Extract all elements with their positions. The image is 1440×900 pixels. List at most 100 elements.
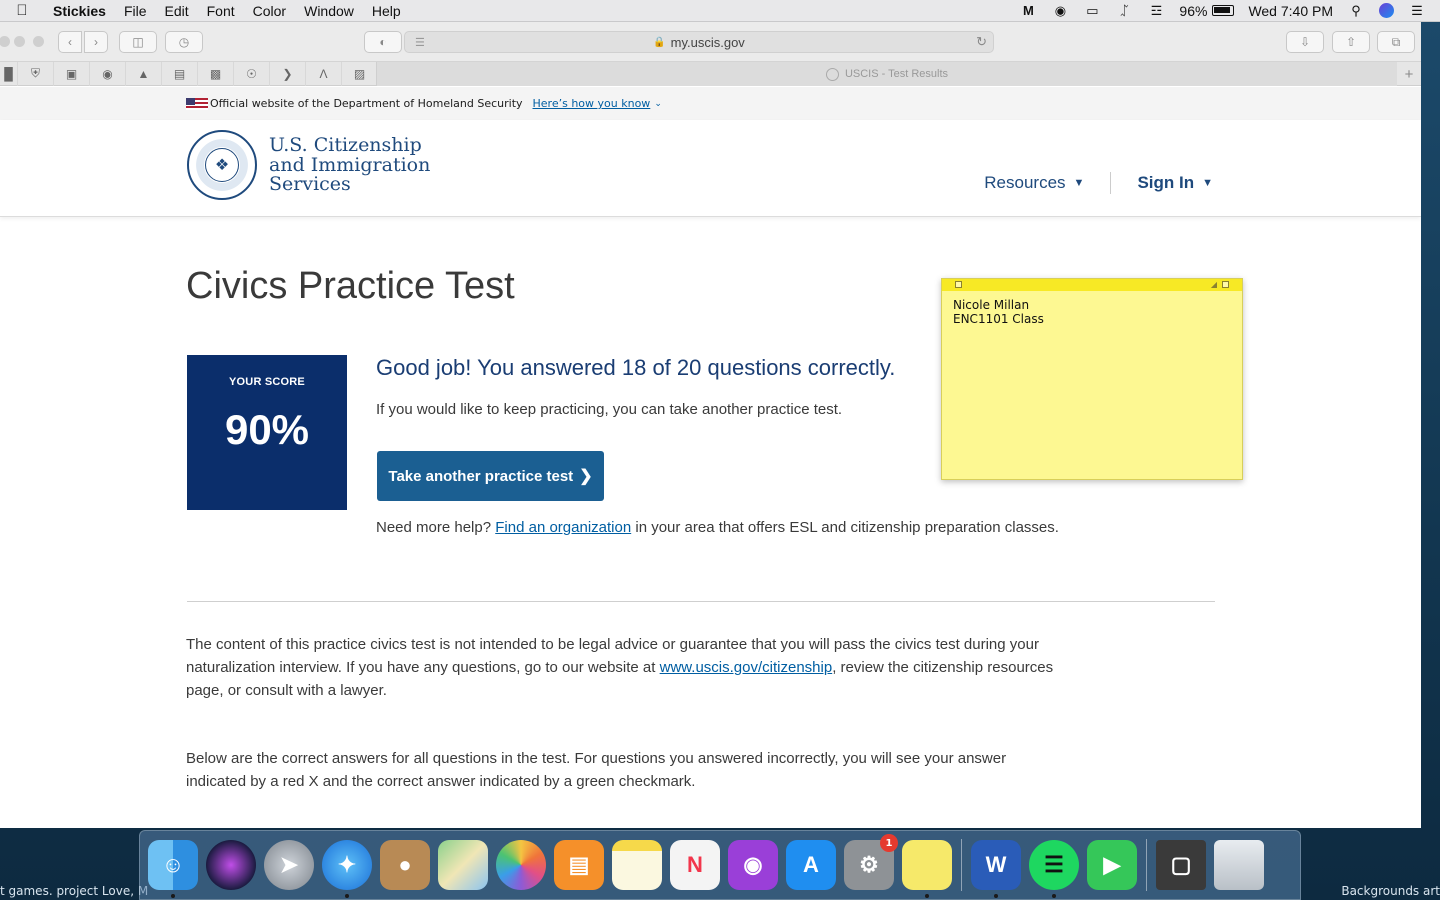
notes-icon[interactable] <box>612 840 662 890</box>
bookmark-3[interactable]: ▣ <box>54 61 90 86</box>
desktop-file-label-left[interactable]: t games. project Love, M <box>0 884 148 898</box>
citizenship-link[interactable]: www.uscis.gov/citizenship <box>660 659 833 676</box>
letter-favicon-icon: Λ <box>319 66 328 81</box>
bookmark-9[interactable]: ❯ <box>270 61 306 86</box>
nav-sign-in[interactable]: Sign In ▼ <box>1137 173 1213 193</box>
bookmark-7[interactable]: ▩ <box>198 61 234 86</box>
uscis-favicon-icon <box>825 67 839 81</box>
forward-button[interactable]: › <box>84 31 108 53</box>
bookmark-11[interactable]: ▨ <box>342 61 378 86</box>
back-button[interactable]: ‹ <box>58 31 82 53</box>
find-organization-link[interactable]: Find an organization <box>495 519 631 536</box>
nav-resources[interactable]: Resources ▼ <box>984 173 1084 193</box>
books-icon[interactable]: ▤ <box>554 840 604 890</box>
sticky-collapse-icon[interactable]: ◢ <box>1211 280 1217 289</box>
spotlight-search-icon[interactable]: ⚲ <box>1347 3 1365 19</box>
stickies-icon[interactable] <box>902 840 952 898</box>
chevron-down-icon[interactable]: ⌄ <box>654 99 662 109</box>
tab-title: USCIS - Test Results <box>844 68 949 80</box>
org-name-line3: Services <box>269 173 351 195</box>
bluetooth-icon[interactable]: ᛢ <box>1115 3 1133 19</box>
download-icon: ⇩ <box>1299 35 1311 49</box>
reload-icon[interactable]: ↻ <box>976 34 987 50</box>
bookmark-1[interactable]: █ <box>0 61 18 86</box>
facetime-icon[interactable]: ▶ <box>1087 840 1137 890</box>
caret-down-icon: ▼ <box>1202 177 1213 189</box>
tabs-overview-button[interactable]: ⧉ <box>1377 31 1415 53</box>
take-another-test-button[interactable]: Take another practice test ❯ <box>377 451 604 501</box>
clock[interactable]: Wed 7:40 PM <box>1248 3 1333 19</box>
reader-view-icon[interactable]: ☰ <box>415 36 425 49</box>
nav-resources-label: Resources <box>984 173 1066 192</box>
result-subtext: If you would like to keep practicing, yo… <box>376 401 843 418</box>
share-button[interactable]: ⇧ <box>1332 31 1370 53</box>
lock-icon: 🔒 <box>653 36 666 48</box>
new-tab-button[interactable]: + <box>1397 62 1421 86</box>
active-tab[interactable]: USCIS - Test Results <box>376 62 1397 86</box>
status-app-icon[interactable]: ◉ <box>1051 3 1069 19</box>
window-zoom-button[interactable] <box>33 36 44 47</box>
battery-percent: 96% <box>1179 2 1208 19</box>
menu-file[interactable]: File <box>115 3 156 19</box>
privacy-report-button[interactable]: ◐ <box>364 31 402 53</box>
sidebar-button[interactable]: ◫ <box>119 31 157 53</box>
battery-icon <box>1212 5 1235 16</box>
clock-icon: ◷ <box>178 35 190 49</box>
dock: ☺ ➤ ✦ ● ▤ N ◉ A ⚙ 1 W ☰ ▶ ▢ <box>139 830 1301 900</box>
apple-menu-icon[interactable]:  <box>0 2 44 19</box>
menu-app-name[interactable]: Stickies <box>44 3 115 19</box>
microsoft-word-icon[interactable]: W <box>971 840 1021 898</box>
launchpad-icon[interactable]: ➤ <box>264 840 314 890</box>
sticky-line-2: ENC1101 Class <box>953 312 1044 326</box>
bookmark-5[interactable]: ▲ <box>126 61 162 86</box>
sticky-text-area[interactable]: Nicole Millan ENC1101 Class <box>942 291 1242 333</box>
notification-center-icon[interactable]: ☰ <box>1408 3 1426 19</box>
contacts-icon[interactable]: ● <box>380 840 430 890</box>
photos-icon[interactable] <box>496 840 546 890</box>
bookmark-2[interactable]: ⛨ <box>18 61 54 86</box>
sticky-close-button[interactable] <box>955 281 962 288</box>
desktop-file-label-right[interactable]: Backgrounds art <box>1341 884 1440 898</box>
menu-window[interactable]: Window <box>295 3 363 19</box>
history-button[interactable]: ◷ <box>165 31 203 53</box>
podcasts-icon[interactable]: ◉ <box>728 840 778 890</box>
screenshot-icon[interactable]: ▢ <box>1156 840 1206 890</box>
sticky-titlebar[interactable]: ◢ <box>942 279 1242 291</box>
dock-separator <box>1146 839 1147 891</box>
bookmark-4[interactable]: ◉ <box>90 61 126 86</box>
bookmark-6[interactable]: ▤ <box>162 61 198 86</box>
safari-icon[interactable]: ✦ <box>322 840 372 898</box>
section-divider <box>187 601 1215 602</box>
battery-status[interactable]: 96% <box>1179 2 1235 19</box>
finder-icon[interactable]: ☺ <box>148 840 198 898</box>
org-name[interactable]: U.S. Citizenship and Immigration Service… <box>269 135 430 195</box>
app-store-icon[interactable]: A <box>786 840 836 890</box>
menu-help[interactable]: Help <box>363 3 410 19</box>
news-icon[interactable]: N <box>670 840 720 890</box>
menu-edit[interactable]: Edit <box>156 3 198 19</box>
spotify-icon[interactable]: ☰ <box>1029 840 1079 898</box>
window-minimize-button[interactable] <box>14 36 25 47</box>
how-you-know-link[interactable]: Here’s how you know <box>533 97 651 110</box>
trash-icon[interactable] <box>1214 840 1264 890</box>
dhs-seal-logo[interactable]: ❖ <box>187 130 257 200</box>
eagle-icon: ❖ <box>205 148 239 182</box>
downloads-button[interactable]: ⇩ <box>1286 31 1324 53</box>
menu-font[interactable]: Font <box>198 3 244 19</box>
system-preferences-icon[interactable]: ⚙ 1 <box>844 834 898 890</box>
siri-icon[interactable] <box>206 840 256 890</box>
airplay-icon[interactable]: ▭ <box>1083 3 1101 19</box>
window-close-button[interactable] <box>0 36 10 47</box>
sticky-note[interactable]: ◢ Nicole Millan ENC1101 Class <box>941 278 1243 480</box>
siri-icon[interactable] <box>1379 3 1394 18</box>
sticky-zoom-button[interactable] <box>1222 281 1229 288</box>
wifi-icon[interactable]: ☲ <box>1147 3 1165 19</box>
bookmark-10[interactable]: Λ <box>306 61 342 86</box>
running-indicator <box>345 894 349 898</box>
bookmark-8[interactable]: ☉ <box>234 61 270 86</box>
menu-color[interactable]: Color <box>244 3 295 19</box>
malwarebytes-icon[interactable]: M <box>1019 3 1037 19</box>
maps-icon[interactable] <box>438 840 488 890</box>
address-bar[interactable]: ☰ 🔒 my.uscis.gov ↻ <box>404 31 994 53</box>
arrow-favicon-icon: ❯ <box>282 66 293 81</box>
